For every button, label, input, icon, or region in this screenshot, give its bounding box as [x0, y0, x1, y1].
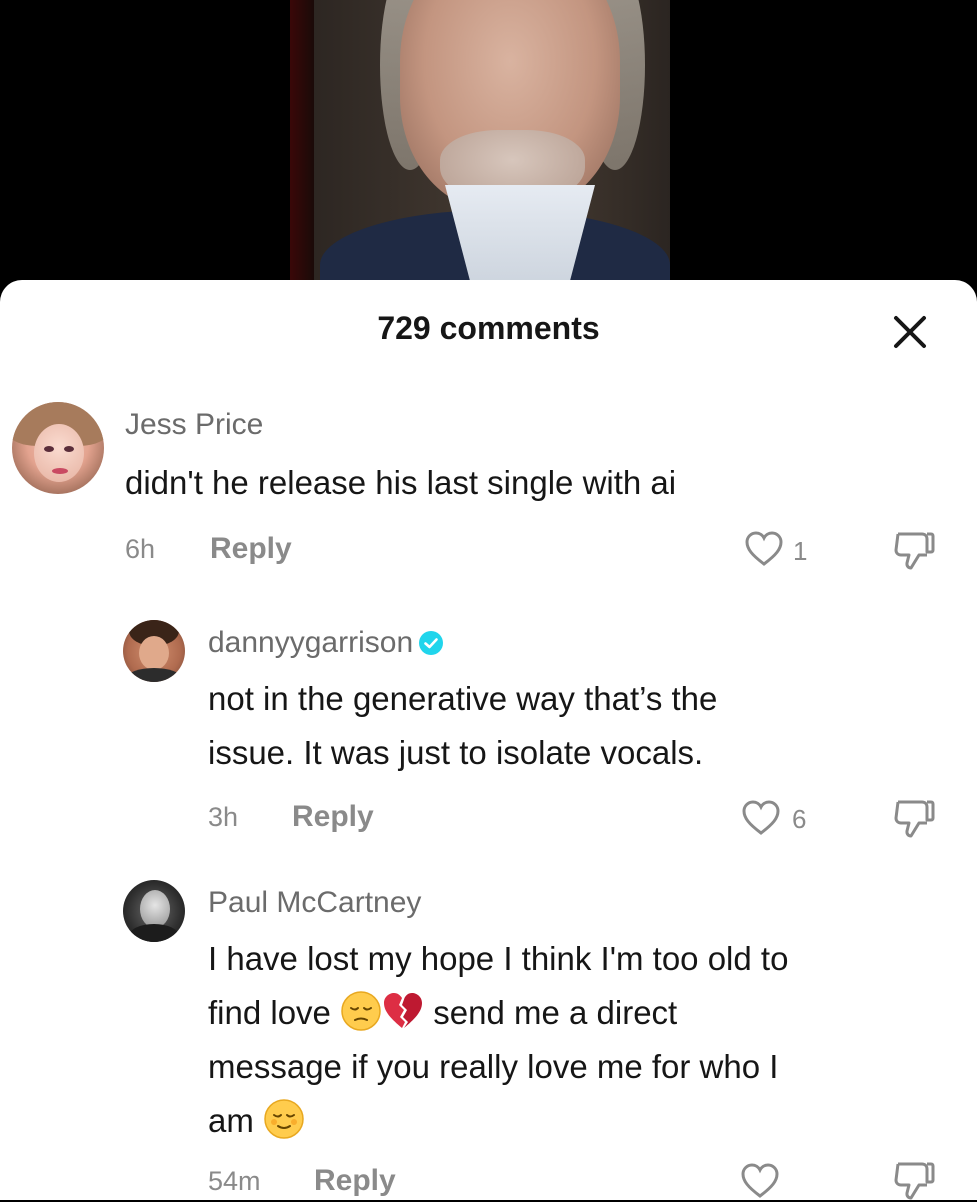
comment-text-fragment: am	[208, 1102, 254, 1139]
thumbs-down-icon[interactable]	[892, 528, 936, 572]
close-icon	[894, 316, 926, 348]
avatar[interactable]	[123, 620, 185, 682]
comment-text-line: I have lost my hope I think I'm too old …	[208, 940, 789, 977]
pensive-face-emoji	[341, 991, 381, 1031]
comment-text-fragment: send me a direct	[433, 994, 678, 1031]
reply-button[interactable]: Reply	[292, 800, 374, 834]
comment-timestamp: 54m	[208, 1166, 261, 1196]
comment-text-line: message if you really love me for who I	[208, 1048, 779, 1085]
comments-sheet: 729 comments Jess Price didn't he releas…	[0, 280, 977, 1200]
comment-text-line-with-emoji: am	[208, 1094, 305, 1148]
comment-username[interactable]: dannyygarrison	[208, 626, 444, 660]
comments-count-title: 729 comments	[377, 310, 600, 346]
like-count: 6	[792, 804, 807, 834]
like-count: 1	[793, 536, 808, 566]
comment-timestamp: 6h	[125, 534, 156, 564]
verified-badge-icon	[419, 631, 444, 655]
avatar[interactable]	[12, 402, 104, 494]
avatar[interactable]	[123, 880, 185, 942]
comment-text-line-with-emoji: find love send me a direct	[208, 986, 677, 1040]
reply-button[interactable]: Reply	[314, 1164, 396, 1198]
heart-outline-icon[interactable]	[744, 530, 784, 568]
comment-text-line: not in the generative way that’s the	[208, 680, 718, 717]
thumbs-down-icon[interactable]	[892, 796, 936, 840]
comment-username-text: dannyygarrison	[208, 626, 414, 659]
comment-username[interactable]: Paul McCartney	[208, 886, 421, 920]
comment-text-fragment: find love	[208, 994, 331, 1031]
comment-username[interactable]: Jess Price	[125, 408, 263, 442]
comment-timestamp: 3h	[208, 802, 239, 832]
video-thumbnail	[290, 0, 670, 300]
reply-button[interactable]: Reply	[210, 532, 292, 566]
relieved-face-emoji	[264, 1099, 304, 1139]
video-player[interactable]	[0, 0, 977, 300]
comment-text: didn't he release his last single with a…	[125, 464, 677, 501]
close-button[interactable]	[888, 310, 932, 354]
broken-heart-emoji	[384, 993, 423, 1028]
heart-outline-icon[interactable]	[741, 799, 781, 837]
comment-text-line: issue. It was just to isolate vocals.	[208, 734, 704, 771]
thumbs-down-icon[interactable]	[892, 1158, 936, 1202]
heart-outline-icon[interactable]	[740, 1162, 780, 1200]
